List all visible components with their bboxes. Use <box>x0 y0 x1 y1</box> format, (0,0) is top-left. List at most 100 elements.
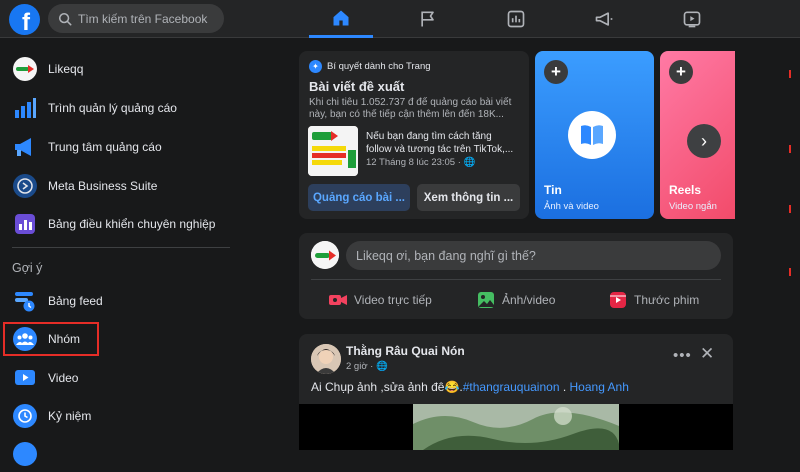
sidebar-item-label: Bảng điều khiển chuyên nghiệp <box>48 217 216 231</box>
home-icon <box>333 10 349 25</box>
promo-post-line-2: follow và tương tác trên TikTok,... <box>366 143 514 155</box>
facebook-logo-letter: f <box>22 8 30 36</box>
chevron-right-icon: › <box>701 130 707 151</box>
annotation-mark <box>789 145 791 153</box>
sidebar-item-label: Kỷ niệm <box>48 409 92 423</box>
sidebar-item-memories[interactable]: Kỷ niệm <box>6 398 238 434</box>
sidebar-item-label: Bảng feed <box>48 294 103 308</box>
promo-description-line-2: này, bạn có thể tiếp cận thêm lên đến 18… <box>309 109 504 120</box>
live-video-button[interactable]: Video trực tiếp <box>329 289 432 311</box>
top-navigation-bar: f Tìm kiếm trên Facebook <box>0 0 800 38</box>
reels-title: Reels <box>669 183 702 197</box>
more-options-icon[interactable]: ••• <box>673 347 692 364</box>
post-text-separator: . <box>559 380 570 394</box>
plus-icon[interactable]: + <box>669 60 693 84</box>
sidebar-item-partial[interactable] <box>6 436 238 472</box>
promo-description-line-1: Khi chi tiêu 1.052.737 đ để quảng cáo bà… <box>309 97 512 108</box>
left-sidebar: Likeqq Trình quản lý quảng cáo Trung tâm… <box>0 39 250 466</box>
composer-divider <box>311 279 721 280</box>
search-placeholder: Tìm kiếm trên Facebook <box>78 11 208 26</box>
sidebar-section-heading: Gợi ý <box>12 261 43 275</box>
promo-title: Bài viết đề xuất <box>309 79 405 94</box>
sidebar-item-label: Trình quản lý quảng cáo <box>48 101 177 115</box>
sidebar-item-label: Trung tâm quảng cáo <box>48 140 162 154</box>
reels-label: Thước phim <box>634 293 700 307</box>
sidebar-item-likeqq[interactable]: Likeqq <box>6 51 238 87</box>
composer-input[interactable]: Likeqq ơi, bạn đang nghĩ gì thế? <box>346 241 721 270</box>
sidebar-item-ad-center[interactable]: Trung tâm quảng cáo <box>6 129 238 165</box>
post-media[interactable] <box>299 404 733 450</box>
annotation-mark <box>789 268 791 276</box>
reels-subtitle: Video ngắn <box>669 201 717 212</box>
chart-icon <box>507 10 525 28</box>
boost-post-button[interactable]: Quảng cáo bài ... <box>308 184 410 211</box>
search-icon <box>58 12 72 25</box>
photo-video-button[interactable]: Ảnh/video <box>477 289 555 311</box>
book-icon <box>568 111 616 159</box>
megaphone-icon <box>13 135 37 159</box>
memories-icon <box>13 404 37 428</box>
sidebar-item-video[interactable]: Video <box>6 360 238 396</box>
live-video-label: Video trực tiếp <box>354 293 432 307</box>
promo-header-text: Bí quyết dành cho Trang <box>327 61 431 72</box>
video-icon <box>13 366 37 390</box>
story-title: Tin <box>544 183 562 197</box>
page-avatar[interactable] <box>311 241 339 269</box>
post-text-body: Ai Chụp ảnh ,sửa ảnh đê😂. <box>311 380 463 394</box>
post-time[interactable]: 2 giờ · 🌐 <box>346 361 388 372</box>
post-mention[interactable]: Hoang Anh <box>570 380 629 394</box>
feed-post: Thằng Râu Quai Nón 2 giờ · 🌐 ••• ✕ Ai Ch… <box>299 334 733 450</box>
page-avatar <box>13 57 37 81</box>
video-play-icon <box>683 11 701 28</box>
promo-post-time: 12 Tháng 8 lúc 23:05 · 🌐 <box>366 157 476 168</box>
bar-chart-icon <box>13 96 37 120</box>
create-story-card[interactable]: + Tin Ảnh và video <box>535 51 654 219</box>
view-details-button[interactable]: Xem thông tin ... <box>417 184 520 211</box>
annotation-mark <box>789 70 791 78</box>
megaphone-icon <box>595 12 613 26</box>
flag-icon <box>421 11 434 27</box>
photo-icon <box>477 291 495 309</box>
author-avatar[interactable] <box>311 344 341 374</box>
tab-watch[interactable] <box>660 0 724 38</box>
dashboard-icon <box>13 212 37 236</box>
sidebar-divider <box>12 247 230 248</box>
post-composer: Likeqq ơi, bạn đang nghĩ gì thế? Video t… <box>299 233 733 319</box>
promo-header: ✦ Bí quyết dành cho Trang <box>309 60 519 73</box>
annotation-highlight-box <box>3 322 99 356</box>
promo-post-preview[interactable]: Nếu bạn đang tìm cách tăng follow và tươ… <box>366 131 521 170</box>
post-photo[interactable] <box>413 404 619 450</box>
sidebar-item-label: Video <box>48 371 79 385</box>
close-icon[interactable]: ✕ <box>700 344 714 364</box>
saved-icon <box>13 442 37 466</box>
sidebar-item-label: Likeqq <box>48 62 84 76</box>
post-author[interactable]: Thằng Râu Quai Nón <box>346 344 465 358</box>
story-subtitle: Ảnh và video <box>544 201 599 212</box>
business-suite-icon <box>13 174 37 198</box>
promo-post-line-1: Nếu bạn đang tìm cách tăng <box>366 131 492 142</box>
annotation-mark <box>789 205 791 213</box>
sidebar-item-ads-manager[interactable]: Trình quản lý quảng cáo <box>6 90 238 126</box>
tab-home[interactable] <box>309 0 373 38</box>
post-hashtag[interactable]: #thangrauquainon <box>463 380 560 394</box>
sidebar-item-label: Meta Business Suite <box>48 179 158 193</box>
stories-next-button[interactable]: › <box>687 124 721 158</box>
tab-ads[interactable] <box>572 0 636 38</box>
tab-insights[interactable] <box>484 0 548 38</box>
search-bar[interactable]: Tìm kiếm trên Facebook <box>48 4 224 33</box>
sidebar-item-feed[interactable]: Bảng feed <box>6 283 238 319</box>
promo-card: ✦ Bí quyết dành cho Trang Bài viết đề xu… <box>299 51 529 219</box>
sidebar-item-business-suite[interactable]: Meta Business Suite <box>6 168 238 204</box>
reels-button[interactable]: Thước phim <box>609 289 699 311</box>
reels-icon <box>609 291 627 309</box>
promo-post-thumbnail[interactable] <box>308 126 358 176</box>
feed-icon <box>13 289 37 313</box>
photo-video-label: Ảnh/video <box>502 293 556 307</box>
plus-icon[interactable]: + <box>544 60 568 84</box>
sidebar-item-pro-dashboard[interactable]: Bảng điều khiển chuyên nghiệp <box>6 206 238 242</box>
facebook-logo[interactable]: f <box>9 4 40 36</box>
live-video-icon <box>329 291 347 309</box>
post-text: Ai Chụp ảnh ,sửa ảnh đê😂.#thangrauquaino… <box>311 380 629 394</box>
tab-pages[interactable] <box>396 0 460 38</box>
lightbulb-icon: ✦ <box>309 60 322 73</box>
